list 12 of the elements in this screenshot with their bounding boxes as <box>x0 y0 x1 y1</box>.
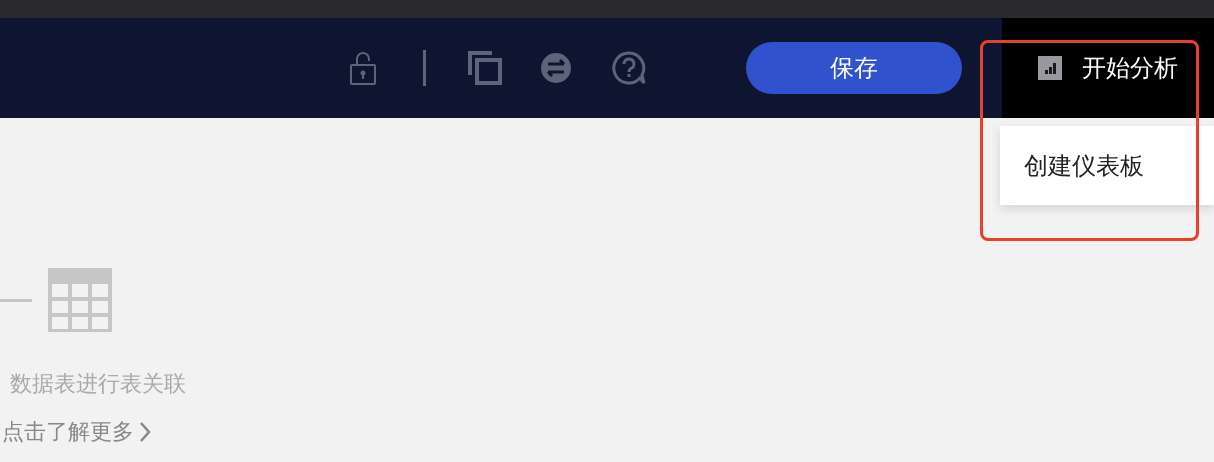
chevron-right-icon <box>138 421 152 443</box>
menu-item[interactable]: 创建仪表板 <box>1000 145 1168 186</box>
connector-line <box>0 298 32 302</box>
empty-state-description: 数据表进行表关联 <box>10 370 186 398</box>
help-icon[interactable] <box>612 51 646 85</box>
unlock-icon[interactable] <box>349 50 377 86</box>
table-icon <box>48 268 112 332</box>
copy-icon[interactable] <box>468 51 502 85</box>
bar-chart-icon <box>1038 56 1062 80</box>
save-button[interactable]: 保存 <box>746 42 962 94</box>
analyze-menu-button[interactable]: 开始分析 <box>1032 48 1184 88</box>
swap-icon[interactable] <box>540 52 572 84</box>
